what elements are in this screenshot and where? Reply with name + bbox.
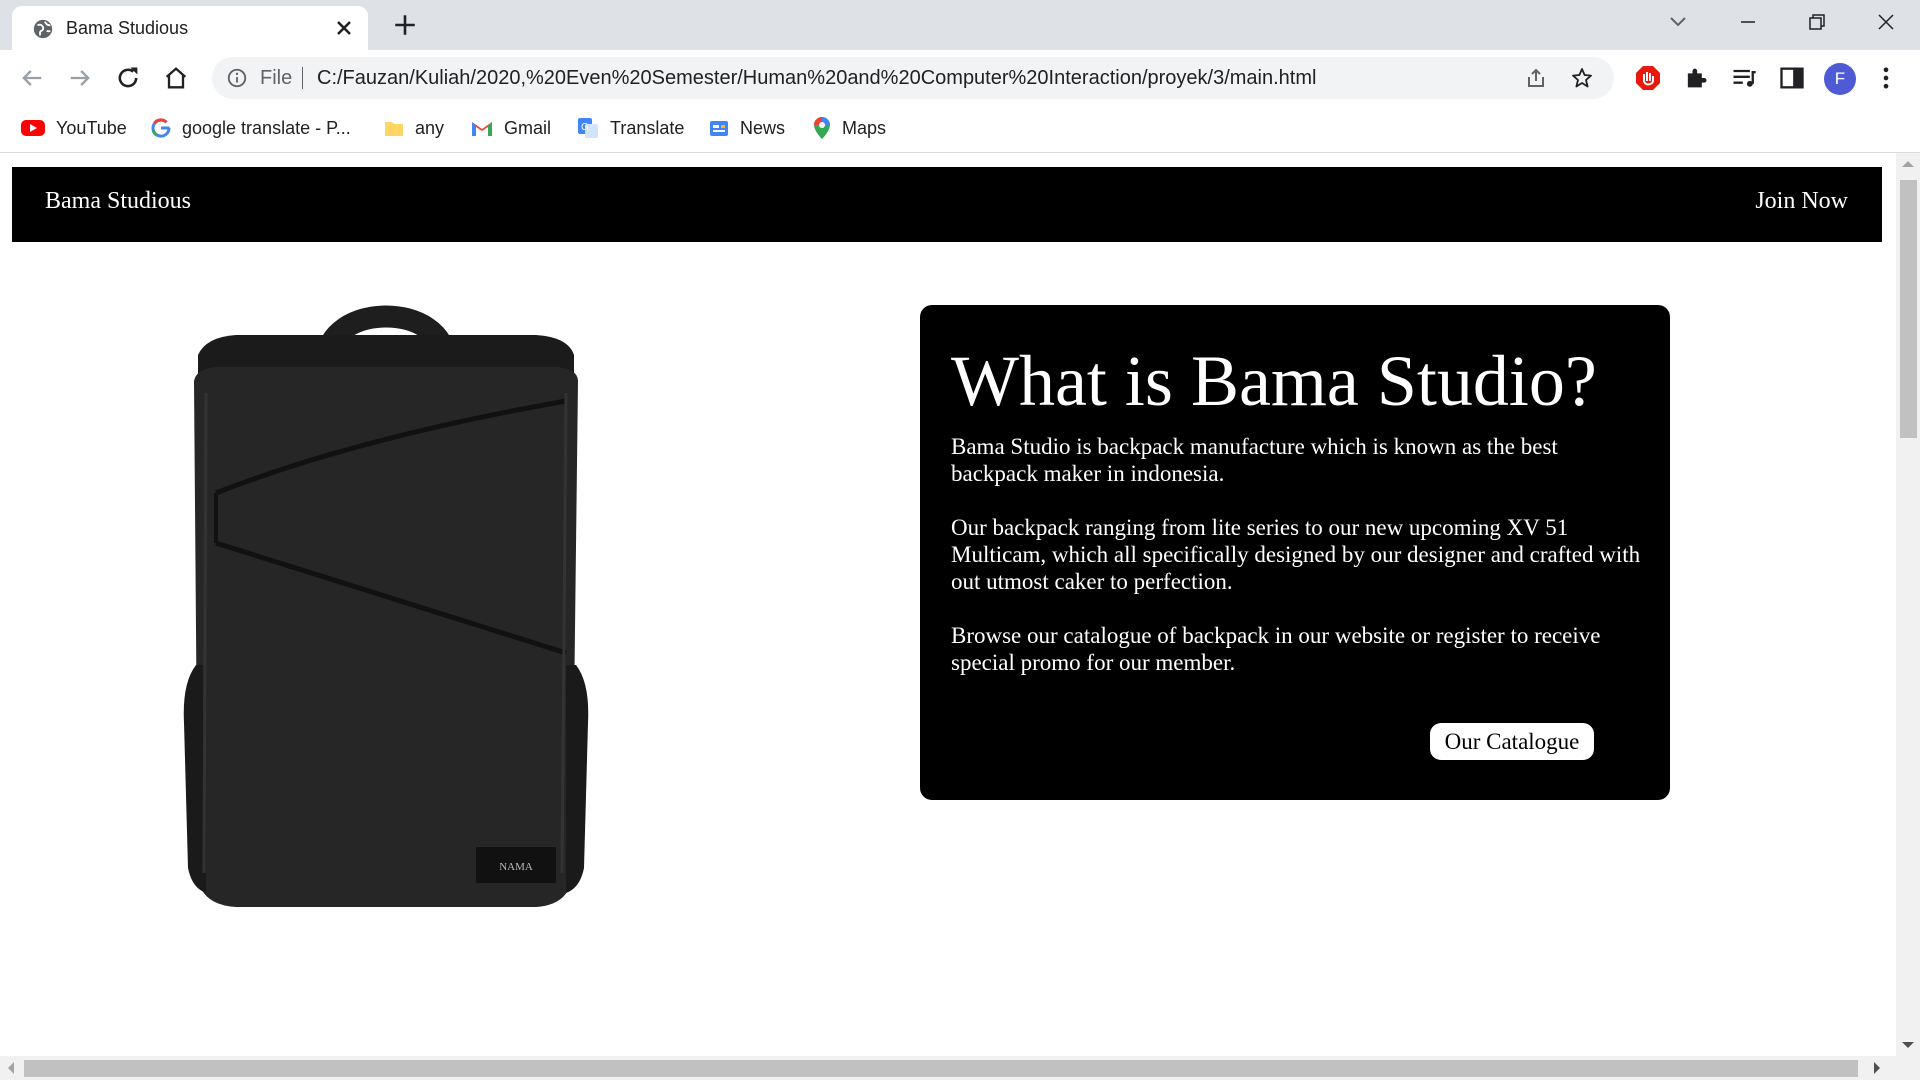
extensions-puzzle-icon[interactable] xyxy=(1682,64,1710,92)
translate-icon: G xyxy=(578,118,598,138)
scroll-down-icon[interactable] xyxy=(1902,1042,1914,1054)
scroll-right-icon[interactable] xyxy=(1874,1062,1886,1074)
maps-icon xyxy=(814,117,830,139)
bookmark-news[interactable]: News xyxy=(708,115,785,141)
profile-avatar[interactable]: F xyxy=(1824,63,1856,95)
close-tab-icon[interactable] xyxy=(332,16,356,40)
side-panel-icon[interactable] xyxy=(1778,64,1806,92)
backpack-image: NAMA xyxy=(183,305,589,907)
scroll-left-icon[interactable] xyxy=(2,1062,14,1074)
bookmark-gmail[interactable]: Gmail xyxy=(470,115,551,141)
bookmark-maps[interactable]: Maps xyxy=(812,115,886,141)
about-body: Bama Studio is backpack manufacture whic… xyxy=(951,433,1641,703)
gmail-icon xyxy=(472,122,492,136)
bookmark-any[interactable]: any xyxy=(383,115,444,141)
bookmark-google-translate[interactable]: google translate - P... xyxy=(150,115,351,141)
youtube-icon xyxy=(21,120,45,136)
about-paragraph: Our backpack ranging from lite series to… xyxy=(951,515,1641,594)
about-title: What is Bama Studio? xyxy=(951,341,1597,421)
reload-icon[interactable] xyxy=(114,64,142,92)
close-window-icon[interactable] xyxy=(1868,8,1904,36)
about-card: What is Bama Studio? Bama Studio is back… xyxy=(920,305,1670,800)
horizontal-scroll-thumb[interactable] xyxy=(24,1060,1858,1077)
bookmark-label: Gmail xyxy=(504,117,552,138)
tab-strip: Bama Studious xyxy=(0,0,1920,50)
site-navbar: Bama Studious Join Now xyxy=(12,167,1882,242)
about-paragraph: Browse our catalogue of backpack in our … xyxy=(951,623,1601,675)
scheme-label: File xyxy=(260,67,293,89)
svg-text:NAMA: NAMA xyxy=(499,861,533,873)
media-playlist-icon[interactable] xyxy=(1730,64,1758,92)
back-icon[interactable] xyxy=(18,64,46,92)
bookmarks-bar: YouTube google translate - P... any Gmai… xyxy=(0,106,1920,153)
url-text[interactable]: C:/Fauzan/Kuliah/2020,%20Even%20Semester… xyxy=(317,67,1316,90)
bookmark-label: google translate - P... xyxy=(182,117,351,138)
horizontal-scrollbar[interactable] xyxy=(0,1056,1920,1080)
globe-icon xyxy=(33,19,53,39)
bookmark-star-icon[interactable] xyxy=(1570,66,1594,90)
vertical-scrollbar[interactable] xyxy=(1896,153,1920,1056)
home-icon[interactable] xyxy=(162,64,190,92)
bookmark-label: any xyxy=(415,117,445,138)
about-paragraph: Bama Studio is backpack manufacture whic… xyxy=(951,434,1558,486)
forward-icon[interactable] xyxy=(66,64,94,92)
site-brand[interactable]: Bama Studious xyxy=(45,188,191,215)
scroll-up-icon[interactable] xyxy=(1902,155,1914,167)
google-icon xyxy=(151,118,171,138)
news-icon xyxy=(710,121,728,136)
page-viewport: Bama Studious Join Now NAMA What is Bama… xyxy=(0,153,1896,1056)
svg-text:G: G xyxy=(581,122,589,133)
folder-icon xyxy=(385,122,403,136)
share-icon[interactable] xyxy=(1524,66,1548,90)
minimize-icon[interactable] xyxy=(1730,8,1766,36)
browser-toolbar: File C:/Fauzan/Kuliah/2020,%20Even%20Sem… xyxy=(0,50,1920,106)
bookmark-label: Maps xyxy=(842,117,887,138)
info-icon[interactable] xyxy=(226,67,248,89)
bookmark-youtube[interactable]: YouTube xyxy=(20,115,127,141)
new-tab-icon[interactable] xyxy=(392,12,418,38)
bookmark-label: News xyxy=(740,117,786,138)
menu-kebab-icon[interactable] xyxy=(1872,64,1900,92)
vertical-scroll-thumb[interactable] xyxy=(1900,180,1917,438)
bookmark-label: YouTube xyxy=(56,117,127,138)
our-catalogue-button[interactable]: Our Catalogue xyxy=(1430,723,1594,760)
restore-icon[interactable] xyxy=(1798,8,1834,36)
omnibox-separator xyxy=(302,67,303,89)
address-bar[interactable]: File C:/Fauzan/Kuliah/2020,%20Even%20Sem… xyxy=(212,57,1614,99)
bookmark-translate[interactable]: G Translate xyxy=(576,115,684,141)
bookmark-label: Translate xyxy=(610,117,685,138)
ad-block-extension-icon[interactable] xyxy=(1634,64,1662,92)
tab-search-chevron-icon[interactable] xyxy=(1660,8,1696,36)
tab-title: Bama Studious xyxy=(66,18,189,38)
browser-tab[interactable]: Bama Studious xyxy=(12,6,368,50)
join-now-link[interactable]: Join Now xyxy=(1755,188,1848,215)
